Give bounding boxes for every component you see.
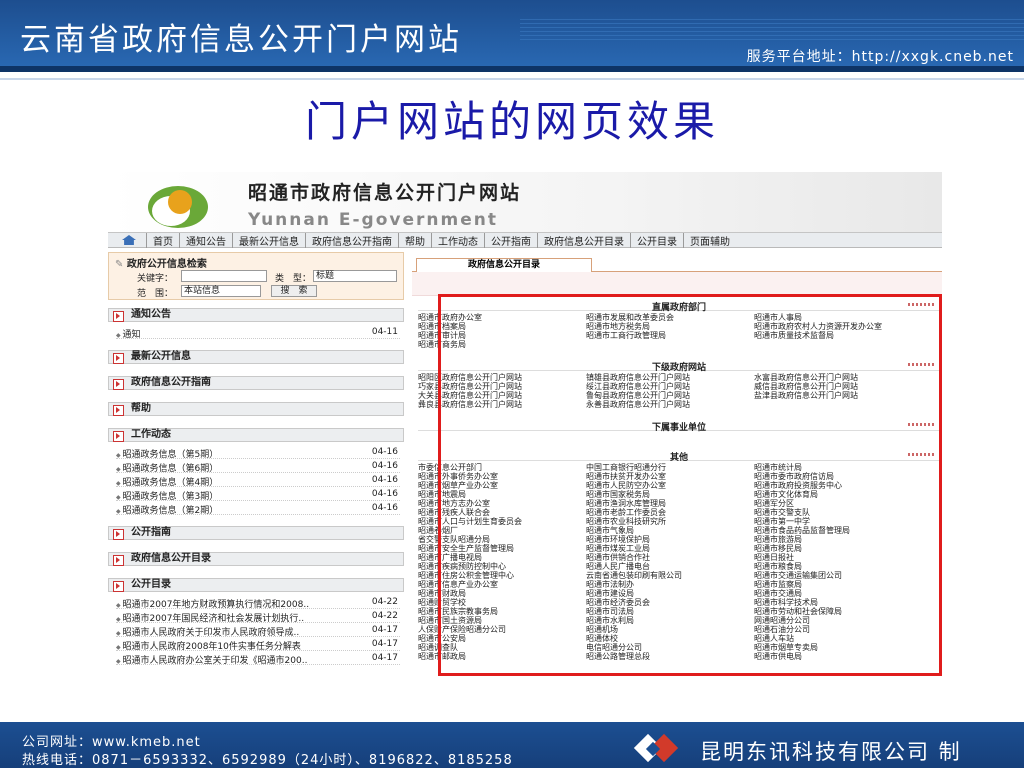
header-stripes xyxy=(520,16,1024,40)
search-button[interactable]: 搜 索 xyxy=(271,285,317,297)
site-name-cn: 昭通市政府信息公开门户网站 xyxy=(248,182,522,204)
nav-item[interactable]: 最新公开信息 xyxy=(232,232,305,248)
company-url: 公司网址：www.kmeb.net xyxy=(22,735,201,750)
nav-item[interactable]: 帮助 xyxy=(398,232,431,248)
list-item[interactable]: 通知04-11 xyxy=(116,326,400,340)
section-notice[interactable]: 通知公告 xyxy=(108,308,404,322)
type-label: 类 型： xyxy=(275,274,312,284)
hotline: 热线电话：0871－6593332、6592989（24小时）、8196822、… xyxy=(22,753,513,768)
search-title: 政府公开信息检索 xyxy=(115,255,207,270)
highlight-box xyxy=(438,294,942,676)
list-item[interactable]: 昭通政务信息（第6期）04-16 xyxy=(116,460,400,474)
list-item[interactable]: 昭通市人民政府办公室关于印发《昭通市200..04-17 xyxy=(116,652,400,666)
list-item[interactable]: 昭通政务信息（第5期）04-16 xyxy=(116,446,400,460)
nav-item[interactable]: 首页 xyxy=(146,232,179,248)
section-work[interactable]: 工作动态 xyxy=(108,428,404,442)
scope-label: 范 围： xyxy=(137,289,174,299)
list-item[interactable]: 昭通政务信息（第4期）04-16 xyxy=(116,474,400,488)
keyword-label: 关键字： xyxy=(137,274,174,284)
nav-item[interactable]: 政府信息公开指南 xyxy=(305,232,398,248)
section-public-guide[interactable]: 公开指南 xyxy=(108,526,404,540)
list-item[interactable]: 昭通政务信息（第3期）04-16 xyxy=(116,488,400,502)
nav-item[interactable]: 工作动态 xyxy=(431,232,484,248)
type-select[interactable]: 标题 xyxy=(313,270,397,282)
nav-item[interactable]: 页面辅助 xyxy=(683,232,736,248)
slide: 云南省政府信息公开门户网站 服务平台地址：http://xxgk.cneb.ne… xyxy=(0,0,1024,768)
nav-item[interactable]: 公开目录 xyxy=(630,232,683,248)
slide-title: 门户网站的网页效果 xyxy=(304,97,719,146)
nav-item[interactable]: 政府信息公开目录 xyxy=(537,232,630,248)
list-item[interactable]: 昭通政务信息（第2期）04-16 xyxy=(116,502,400,516)
tab-bar: 政府信息公开目录 xyxy=(412,258,942,272)
header-title: 云南省政府信息公开门户网站 xyxy=(20,22,462,58)
section-guide[interactable]: 政府信息公开指南 xyxy=(108,376,404,390)
section-latest[interactable]: 最新公开信息 xyxy=(108,350,404,364)
site-logo xyxy=(148,186,210,230)
header-divider xyxy=(0,78,1024,80)
service-url: 服务平台地址：http://xxgk.cneb.net xyxy=(746,49,1014,65)
keyword-input[interactable] xyxy=(181,270,267,282)
left-column: 政府公开信息检索 关键字： 类 型： 标题 范 围： 本站信息 搜 索 通知公告… xyxy=(108,252,404,680)
scope-select[interactable]: 本站信息 xyxy=(181,285,261,297)
list-item[interactable]: 昭通市人民政府2008年10件实事任务分解表04-17 xyxy=(116,638,400,652)
tab-catalog[interactable]: 政府信息公开目录 xyxy=(416,258,592,272)
company-name: 昆明东讯科技有限公司 制 xyxy=(700,740,962,764)
section-catalog[interactable]: 政府信息公开目录 xyxy=(108,552,404,566)
tab-panel-header xyxy=(412,272,942,296)
list-item[interactable]: 昭通市2007年国民经济和社会发展计划执行..04-22 xyxy=(116,610,400,624)
company-logo xyxy=(633,732,680,766)
site-banner: 昭通市政府信息公开门户网站 Yunnan E-government xyxy=(108,172,942,232)
home-icon[interactable] xyxy=(122,235,136,245)
list-item[interactable]: 昭通市2007年地方财政预算执行情况和2008..04-22 xyxy=(116,596,400,610)
list-item[interactable]: 昭通市人民政府关于印发市人民政府领导成..04-17 xyxy=(116,624,400,638)
nav-item[interactable]: 公开指南 xyxy=(484,232,537,248)
search-panel: 政府公开信息检索 关键字： 类 型： 标题 范 围： 本站信息 搜 索 xyxy=(108,252,404,300)
section-help[interactable]: 帮助 xyxy=(108,402,404,416)
site-name-en: Yunnan E-government xyxy=(248,210,498,230)
nav-item[interactable]: 通知公告 xyxy=(179,232,232,248)
site-nav: 首页 通知公告 最新公开信息 政府信息公开指南 帮助 工作动态 公开指南 政府信… xyxy=(108,232,942,248)
section-open-catalog[interactable]: 公开目录 xyxy=(108,578,404,592)
